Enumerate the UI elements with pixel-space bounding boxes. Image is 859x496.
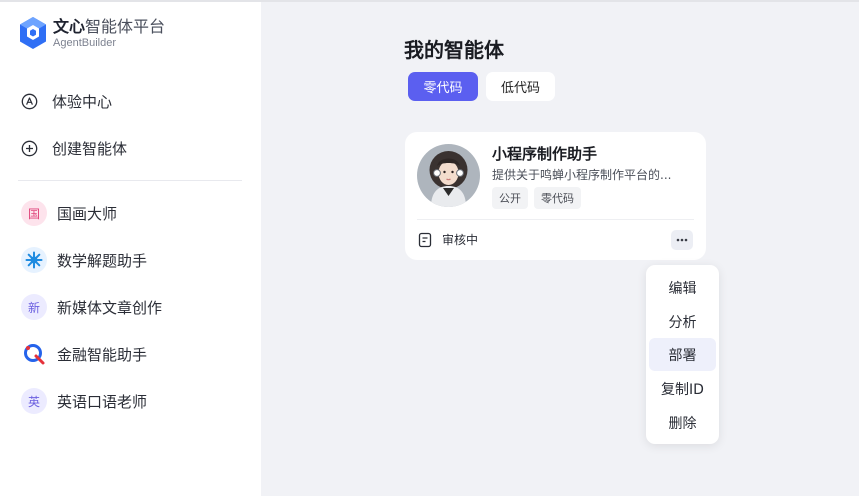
brand[interactable]: 文心智能体平台 AgentBuilder (18, 16, 165, 50)
agent-options-menu: 编辑 分析 部署 复制ID 删除 (646, 265, 719, 444)
avatar: 英 (21, 388, 47, 414)
tag-zero-code: 零代码 (534, 187, 581, 209)
finance-q-icon (24, 344, 45, 365)
menu-item-copy-id[interactable]: 复制ID (649, 372, 716, 405)
page-title: 我的智能体 (404, 38, 504, 62)
agent-name: 小程序制作助手 (492, 145, 598, 163)
menu-item-deploy[interactable]: 部署 (649, 338, 716, 371)
menu-item-analyze[interactable]: 分析 (649, 305, 716, 338)
agent-avatar (417, 144, 480, 207)
nav-label-create: 创建智能体 (52, 139, 128, 158)
brand-title-bold: 文心 (53, 16, 86, 36)
brand-title-light: 智能体平台 (85, 16, 166, 36)
sparkle-icon (25, 251, 43, 269)
nav-label-experience: 体验中心 (52, 92, 113, 111)
agent-description: 提供关于鸣蝉小程序制作平台的... (492, 168, 672, 182)
tab-low-code[interactable]: 低代码 (486, 72, 555, 101)
tag-public: 公开 (492, 187, 528, 209)
agent-item-english-teacher[interactable]: 英 英语口语老师 (21, 387, 147, 415)
avatar (21, 247, 47, 273)
agent-label: 英语口语老师 (57, 392, 148, 411)
card-divider (417, 219, 694, 220)
menu-item-delete[interactable]: 删除 (649, 406, 716, 439)
agent-label: 新媒体文章创作 (57, 298, 163, 317)
robot-girl-avatar-icon (417, 144, 480, 207)
agent-tags: 公开 零代码 (492, 187, 587, 209)
agent-label: 数学解题助手 (57, 251, 148, 270)
brand-subtitle: AgentBuilder (53, 36, 116, 49)
status-text: 审核中 (442, 233, 479, 247)
agentbuilder-logo-icon (20, 17, 46, 49)
sidebar-divider (18, 180, 242, 181)
more-options-button[interactable] (671, 230, 693, 250)
sidebar: 文心智能体平台 AgentBuilder 体验中心 创建智能体 国 国画大师 数… (0, 2, 261, 496)
agent-item-finance-helper[interactable]: 金融智能助手 (21, 340, 147, 368)
avatar: 新 (21, 294, 47, 320)
agent-label: 国画大师 (57, 204, 118, 223)
agent-label: 金融智能助手 (57, 345, 148, 364)
nav-create-agent[interactable]: 创建智能体 (21, 136, 127, 160)
plus-circle-icon (21, 140, 38, 156)
agent-item-painting-master[interactable]: 国 国画大师 (21, 199, 117, 227)
document-icon (418, 232, 432, 247)
avatar: 国 (21, 200, 47, 226)
nav-experience-center[interactable]: 体验中心 (21, 89, 112, 113)
agent-card[interactable]: 小程序制作助手 提供关于鸣蝉小程序制作平台的... 公开 零代码 审核中 (405, 132, 706, 260)
more-dots-icon (676, 238, 688, 242)
agent-item-math-helper[interactable]: 数学解题助手 (21, 246, 147, 274)
menu-item-edit[interactable]: 编辑 (649, 271, 716, 304)
status-badge: 审核中 (417, 231, 478, 248)
avatar (21, 341, 47, 367)
compass-icon (21, 93, 38, 109)
agent-item-new-media[interactable]: 新 新媒体文章创作 (21, 293, 162, 321)
tab-zero-code[interactable]: 零代码 (408, 72, 478, 101)
